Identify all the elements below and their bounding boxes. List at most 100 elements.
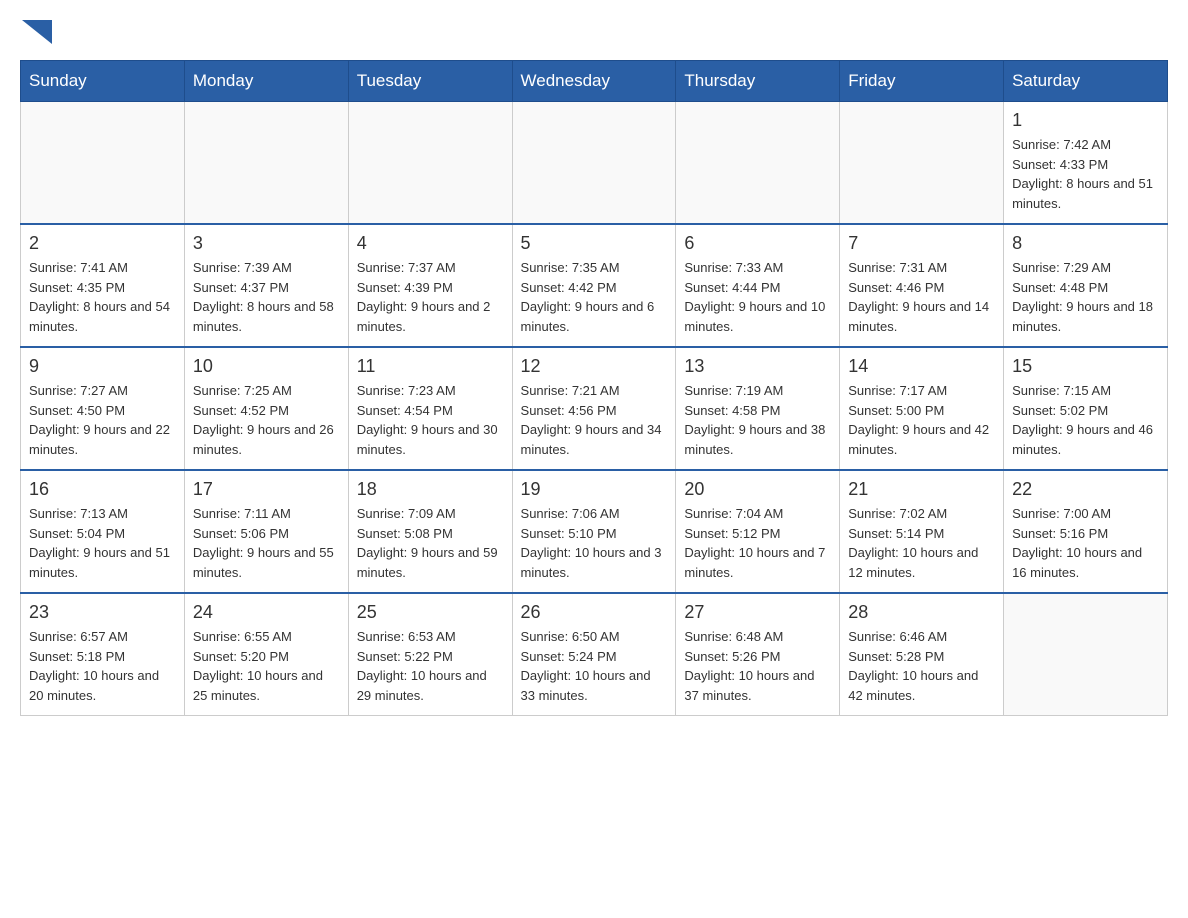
day-number: 9	[29, 356, 176, 377]
calendar-cell: 28 Sunrise: 6:46 AM Sunset: 5:28 PM Dayli…	[840, 593, 1004, 716]
calendar-cell: 6 Sunrise: 7:33 AM Sunset: 4:44 PM Daylig…	[676, 224, 840, 347]
day-info: Sunrise: 7:15 AM Sunset: 5:02 PM Dayligh…	[1012, 381, 1159, 459]
day-info: Sunrise: 7:23 AM Sunset: 4:54 PM Dayligh…	[357, 381, 504, 459]
calendar-cell: 23 Sunrise: 6:57 AM Sunset: 5:18 PM Dayli…	[21, 593, 185, 716]
day-number: 11	[357, 356, 504, 377]
calendar-cell: 24Sunrise: 6:55 AM Sunset: 5:20 PM Dayli…	[184, 593, 348, 716]
day-number: 13	[684, 356, 831, 377]
day-info: Sunrise: 7:17 AM Sunset: 5:00 PM Dayligh…	[848, 381, 995, 459]
day-number: 25	[357, 602, 504, 623]
calendar-cell	[676, 102, 840, 225]
header-friday: Friday	[840, 61, 1004, 102]
calendar-week-row: 23 Sunrise: 6:57 AM Sunset: 5:18 PM Dayli…	[21, 593, 1168, 716]
calendar-cell: 20 Sunrise: 7:04 AM Sunset: 5:12 PM Dayli…	[676, 470, 840, 593]
calendar-cell: 10Sunrise: 7:25 AM Sunset: 4:52 PM Dayli…	[184, 347, 348, 470]
day-number: 28	[848, 602, 995, 623]
calendar-cell: 3 Sunrise: 7:39 AM Sunset: 4:37 PM Daylig…	[184, 224, 348, 347]
day-info: Sunrise: 7:39 AM Sunset: 4:37 PM Dayligh…	[193, 258, 340, 336]
header-wednesday: Wednesday	[512, 61, 676, 102]
header-thursday: Thursday	[676, 61, 840, 102]
logo-icon	[22, 20, 52, 50]
day-number: 27	[684, 602, 831, 623]
day-number: 7	[848, 233, 995, 254]
day-number: 4	[357, 233, 504, 254]
day-info: Sunrise: 6:48 AM Sunset: 5:26 PM Dayligh…	[684, 627, 831, 705]
calendar-cell: 15 Sunrise: 7:15 AM Sunset: 5:02 PM Dayli…	[1004, 347, 1168, 470]
day-info: Sunrise: 7:33 AM Sunset: 4:44 PM Dayligh…	[684, 258, 831, 336]
calendar-cell: 16 Sunrise: 7:13 AM Sunset: 5:04 PM Dayli…	[21, 470, 185, 593]
calendar-cell	[184, 102, 348, 225]
header	[20, 20, 1168, 50]
day-number: 5	[521, 233, 668, 254]
calendar-cell: 5 Sunrise: 7:35 AM Sunset: 4:42 PM Daylig…	[512, 224, 676, 347]
calendar-week-row: 16 Sunrise: 7:13 AM Sunset: 5:04 PM Dayli…	[21, 470, 1168, 593]
day-info: Sunrise: 6:55 AM Sunset: 5:20 PM Dayligh…	[193, 627, 340, 705]
day-info: Sunrise: 7:21 AM Sunset: 4:56 PM Dayligh…	[521, 381, 668, 459]
day-number: 22	[1012, 479, 1159, 500]
calendar-cell	[840, 102, 1004, 225]
calendar-cell: 26 Sunrise: 6:50 AM Sunset: 5:24 PM Dayli…	[512, 593, 676, 716]
day-info: Sunrise: 6:50 AM Sunset: 5:24 PM Dayligh…	[521, 627, 668, 705]
header-monday: Monday	[184, 61, 348, 102]
day-number: 8	[1012, 233, 1159, 254]
calendar-cell: 2 Sunrise: 7:41 AM Sunset: 4:35 PM Daylig…	[21, 224, 185, 347]
day-info: Sunrise: 7:27 AM Sunset: 4:50 PM Dayligh…	[29, 381, 176, 459]
calendar-cell: 17 Sunrise: 7:11 AM Sunset: 5:06 PM Dayli…	[184, 470, 348, 593]
day-number: 3	[193, 233, 340, 254]
calendar-cell: 25 Sunrise: 6:53 AM Sunset: 5:22 PM Dayli…	[348, 593, 512, 716]
day-info: Sunrise: 7:09 AM Sunset: 5:08 PM Dayligh…	[357, 504, 504, 582]
day-number: 18	[357, 479, 504, 500]
day-number: 26	[521, 602, 668, 623]
calendar-cell: 4 Sunrise: 7:37 AM Sunset: 4:39 PM Daylig…	[348, 224, 512, 347]
calendar-cell: 27 Sunrise: 6:48 AM Sunset: 5:26 PM Dayli…	[676, 593, 840, 716]
calendar-cell: 1Sunrise: 7:42 AM Sunset: 4:33 PM Daylig…	[1004, 102, 1168, 225]
day-info: Sunrise: 7:42 AM Sunset: 4:33 PM Dayligh…	[1012, 135, 1159, 213]
day-info: Sunrise: 7:00 AM Sunset: 5:16 PM Dayligh…	[1012, 504, 1159, 582]
day-info: Sunrise: 6:57 AM Sunset: 5:18 PM Dayligh…	[29, 627, 176, 705]
day-info: Sunrise: 7:29 AM Sunset: 4:48 PM Dayligh…	[1012, 258, 1159, 336]
calendar-cell	[512, 102, 676, 225]
day-info: Sunrise: 7:37 AM Sunset: 4:39 PM Dayligh…	[357, 258, 504, 336]
day-info: Sunrise: 7:11 AM Sunset: 5:06 PM Dayligh…	[193, 504, 340, 582]
day-info: Sunrise: 6:53 AM Sunset: 5:22 PM Dayligh…	[357, 627, 504, 705]
day-number: 2	[29, 233, 176, 254]
day-info: Sunrise: 6:46 AM Sunset: 5:28 PM Dayligh…	[848, 627, 995, 705]
day-info: Sunrise: 7:35 AM Sunset: 4:42 PM Dayligh…	[521, 258, 668, 336]
day-number: 23	[29, 602, 176, 623]
calendar-cell: 19 Sunrise: 7:06 AM Sunset: 5:10 PM Dayli…	[512, 470, 676, 593]
calendar-cell: 18 Sunrise: 7:09 AM Sunset: 5:08 PM Dayli…	[348, 470, 512, 593]
calendar-cell: 12Sunrise: 7:21 AM Sunset: 4:56 PM Dayli…	[512, 347, 676, 470]
calendar-week-row: 1Sunrise: 7:42 AM Sunset: 4:33 PM Daylig…	[21, 102, 1168, 225]
header-saturday: Saturday	[1004, 61, 1168, 102]
day-info: Sunrise: 7:02 AM Sunset: 5:14 PM Dayligh…	[848, 504, 995, 582]
day-info: Sunrise: 7:13 AM Sunset: 5:04 PM Dayligh…	[29, 504, 176, 582]
calendar-cell	[21, 102, 185, 225]
day-info: Sunrise: 7:25 AM Sunset: 4:52 PM Dayligh…	[193, 381, 340, 459]
day-number: 6	[684, 233, 831, 254]
weekday-header-row: Sunday Monday Tuesday Wednesday Thursday…	[21, 61, 1168, 102]
day-info: Sunrise: 7:41 AM Sunset: 4:35 PM Dayligh…	[29, 258, 176, 336]
day-number: 17	[193, 479, 340, 500]
day-number: 19	[521, 479, 668, 500]
day-info: Sunrise: 7:04 AM Sunset: 5:12 PM Dayligh…	[684, 504, 831, 582]
calendar-cell: 21 Sunrise: 7:02 AM Sunset: 5:14 PM Dayli…	[840, 470, 1004, 593]
calendar-cell	[1004, 593, 1168, 716]
day-number: 20	[684, 479, 831, 500]
day-info: Sunrise: 7:31 AM Sunset: 4:46 PM Dayligh…	[848, 258, 995, 336]
calendar-cell: 7 Sunrise: 7:31 AM Sunset: 4:46 PM Daylig…	[840, 224, 1004, 347]
calendar-cell: 14 Sunrise: 7:17 AM Sunset: 5:00 PM Dayli…	[840, 347, 1004, 470]
header-tuesday: Tuesday	[348, 61, 512, 102]
calendar-cell: 8 Sunrise: 7:29 AM Sunset: 4:48 PM Daylig…	[1004, 224, 1168, 347]
calendar-cell: 22 Sunrise: 7:00 AM Sunset: 5:16 PM Dayli…	[1004, 470, 1168, 593]
day-number: 14	[848, 356, 995, 377]
logo	[20, 20, 54, 50]
calendar-cell: 11 Sunrise: 7:23 AM Sunset: 4:54 PM Dayli…	[348, 347, 512, 470]
calendar-cell: 9 Sunrise: 7:27 AM Sunset: 4:50 PM Daylig…	[21, 347, 185, 470]
day-number: 16	[29, 479, 176, 500]
calendar-week-row: 2 Sunrise: 7:41 AM Sunset: 4:35 PM Daylig…	[21, 224, 1168, 347]
day-info: Sunrise: 7:06 AM Sunset: 5:10 PM Dayligh…	[521, 504, 668, 582]
calendar-week-row: 9 Sunrise: 7:27 AM Sunset: 4:50 PM Daylig…	[21, 347, 1168, 470]
day-number: 21	[848, 479, 995, 500]
calendar-cell	[348, 102, 512, 225]
day-number: 15	[1012, 356, 1159, 377]
